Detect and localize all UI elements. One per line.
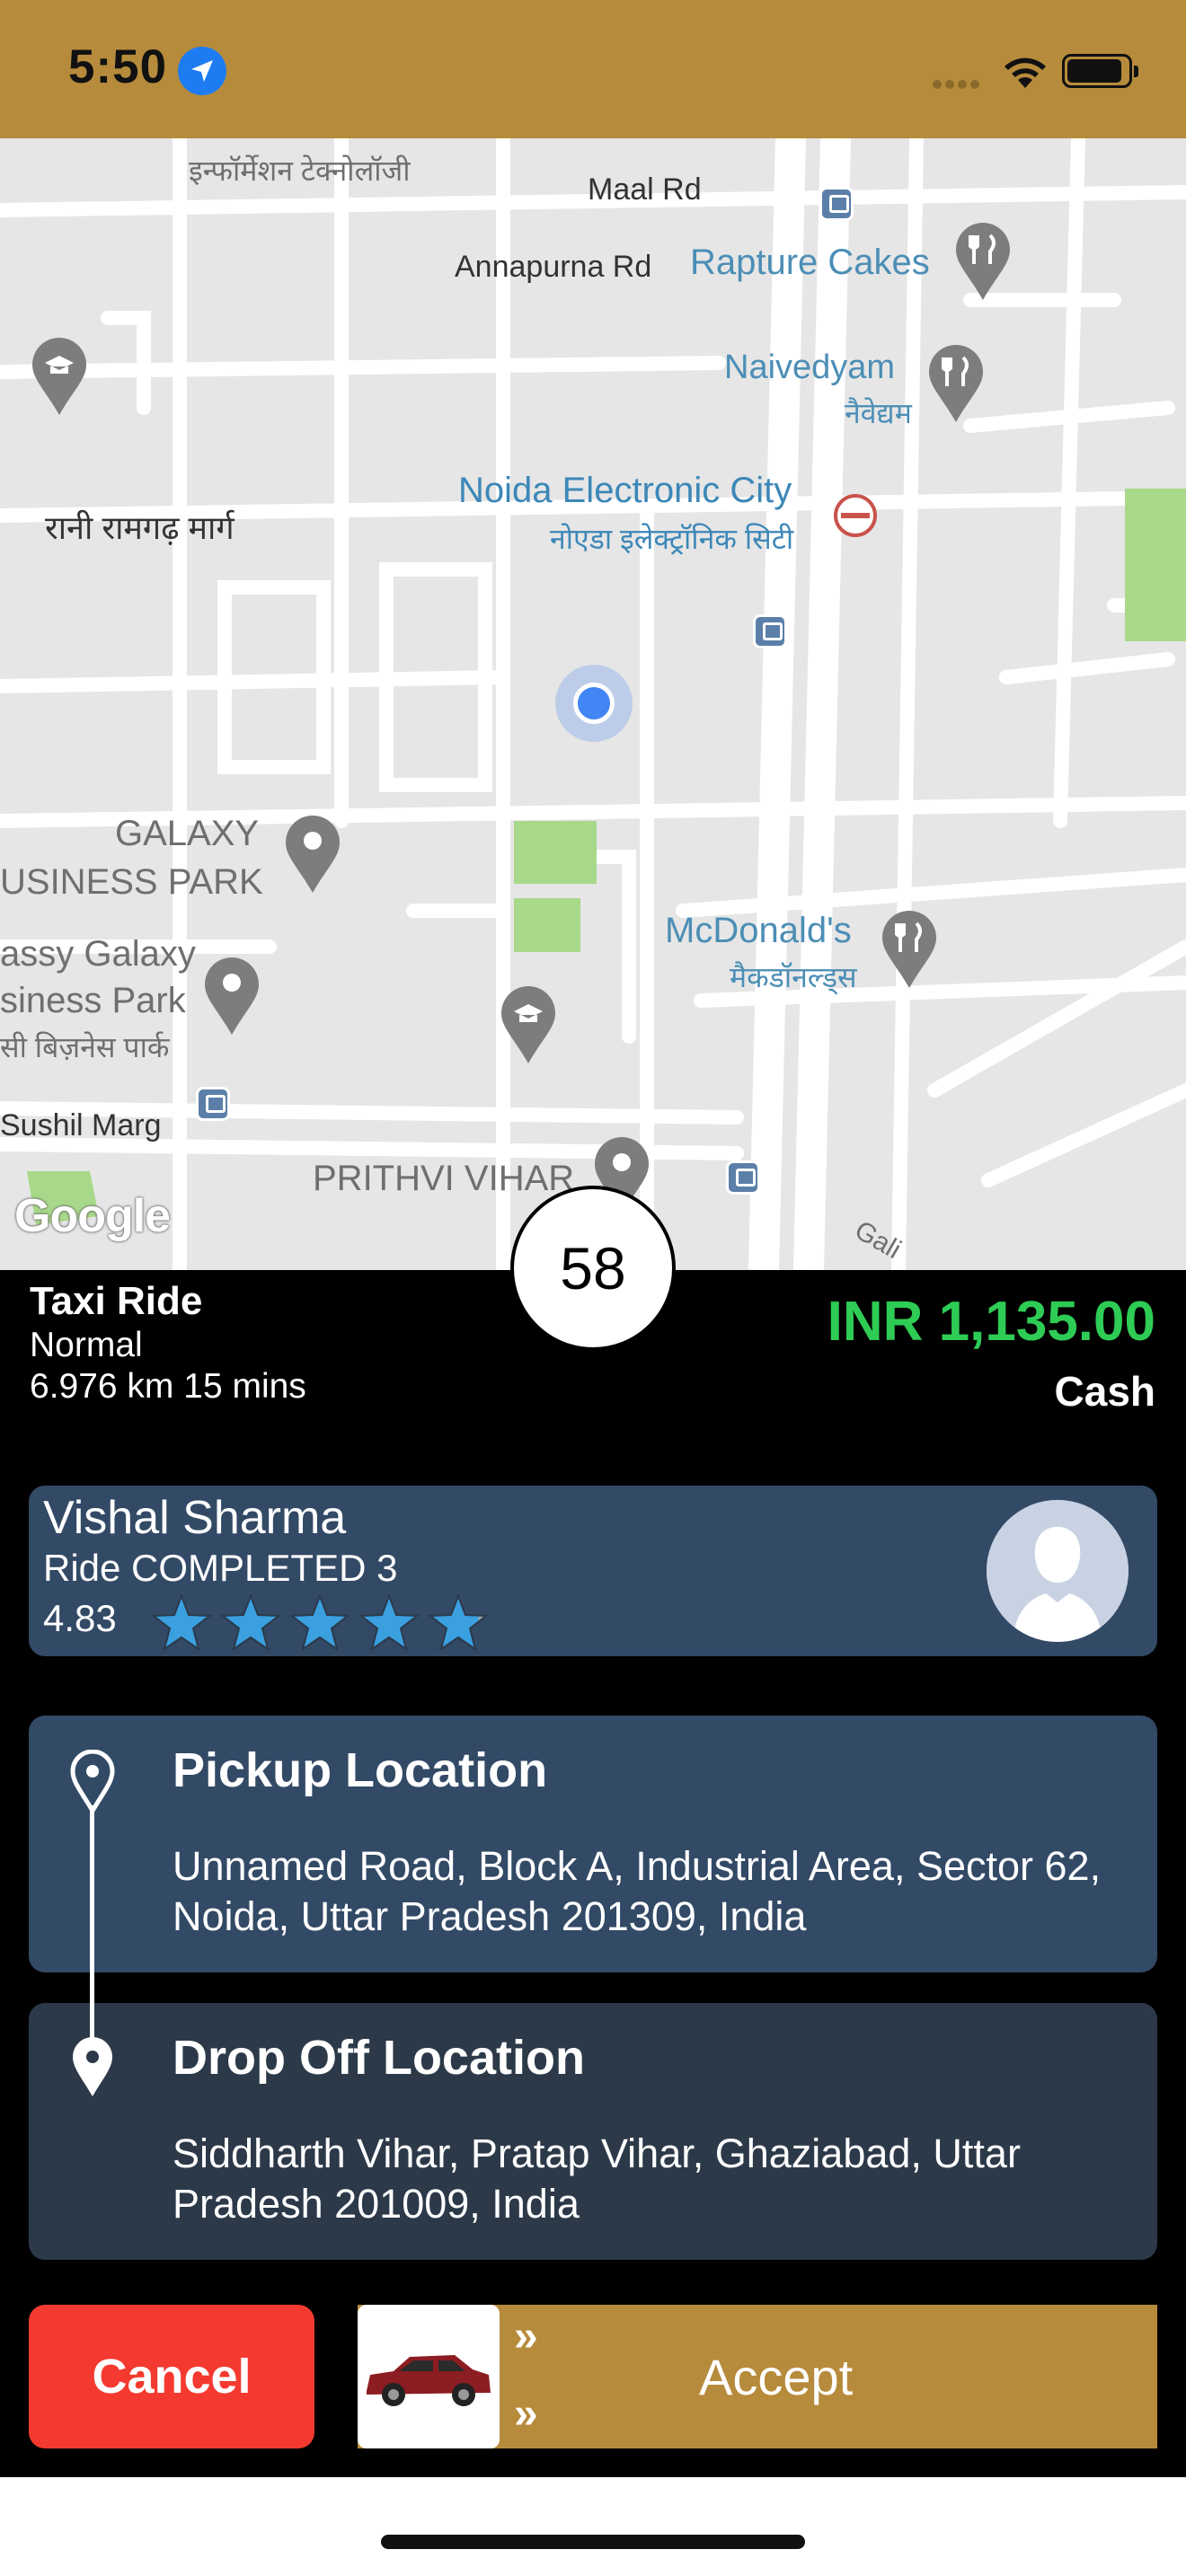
bus-stop-icon[interactable] <box>726 1160 760 1195</box>
map-label: सी बिज़नेस पार्क <box>0 1031 170 1063</box>
star-icon <box>289 1593 350 1651</box>
battery-icon <box>1062 54 1138 88</box>
accept-slider[interactable]: » » Accept <box>358 2305 1157 2448</box>
payment-method: Cash <box>1054 1368 1155 1415</box>
map-label: नोएडा इलेक्ट्रॉनिक सिटी <box>550 523 794 555</box>
ride-class: Normal <box>30 1326 143 1364</box>
status-bar: 5:50 <box>0 0 1186 138</box>
home-indicator-area <box>0 2477 1186 2576</box>
current-location-marker <box>555 665 633 742</box>
map-label: Naivedyam <box>724 348 896 386</box>
map-label: siness Park <box>0 981 186 1020</box>
ride-type: Taxi Ride <box>30 1279 203 1323</box>
map-label: assy Galaxy <box>0 934 196 974</box>
home-indicator[interactable] <box>381 2535 805 2549</box>
bus-stop-icon[interactable] <box>753 614 787 648</box>
rating-value: 4.83 <box>43 1597 117 1639</box>
location-arrow-icon <box>178 47 226 95</box>
ride-distance-time: 6.976 km 15 mins <box>30 1367 306 1406</box>
map-label: नैवेद्यम <box>845 397 912 429</box>
bus-stop-icon[interactable] <box>196 1087 230 1121</box>
accept-label: Accept <box>699 2349 854 2405</box>
car-icon <box>367 2355 491 2406</box>
rides-completed: Ride COMPLETED 3 <box>43 1547 398 1589</box>
map-label: Noida Electronic City <box>458 471 792 510</box>
rider-name: Vishal Sharma <box>43 1492 347 1544</box>
restaurant-pin-icon[interactable] <box>927 343 985 424</box>
avatar <box>987 1500 1128 1642</box>
place-pin-icon[interactable] <box>284 814 341 895</box>
pickup-location-card: Pickup Location Unnamed Road, Block A, I… <box>29 1716 1157 1972</box>
map-label: GALAXY <box>115 814 260 853</box>
map-label: PRITHVI VIHAR <box>313 1159 575 1198</box>
restaurant-pin-icon[interactable] <box>954 221 1012 302</box>
map-label: Maal Rd <box>588 172 702 207</box>
map-label: Annapurna Rd <box>455 250 652 284</box>
chevron-right-icon: » <box>514 2390 538 2438</box>
wifi-icon <box>1001 52 1049 94</box>
pickup-address: Unnamed Road, Block A, Industrial Area, … <box>173 1843 1102 1939</box>
map-label: McDonald's <box>665 911 852 950</box>
metro-station-icon[interactable] <box>834 494 877 537</box>
bus-stop-icon[interactable] <box>819 187 854 221</box>
route-connector-line <box>90 1805 94 2048</box>
map-label: रानी रामगढ़ मार्ग <box>45 509 235 546</box>
fare-amount: INR 1,135.00 <box>827 1291 1155 1353</box>
cancel-button[interactable]: Cancel <box>29 2305 314 2448</box>
map-label: इन्फॉर्मेशन टेक्नोलॉजी <box>189 154 411 187</box>
map-view[interactable]: इन्फॉर्मेशन टेक्नोलॉजी Maal Rd Annapurna… <box>0 138 1186 1270</box>
dropoff-address: Siddharth Vihar, Pratap Vihar, Ghaziabad… <box>173 2130 1021 2227</box>
star-icon <box>428 1593 489 1651</box>
signal-icon <box>933 77 983 93</box>
star-icon <box>151 1593 212 1651</box>
countdown-timer: 58 <box>510 1186 676 1351</box>
restaurant-pin-icon[interactable] <box>881 909 938 990</box>
car-slider-handle[interactable] <box>358 2305 500 2448</box>
map-label: मैकडॉनल्ड्स <box>730 961 857 993</box>
map-label: USINESS PARK <box>0 862 263 902</box>
rating-stars <box>151 1593 497 1651</box>
pickup-title: Pickup Location <box>173 1743 548 1797</box>
status-time: 5:50 <box>68 40 168 93</box>
chevron-right-icon: » <box>514 2313 538 2360</box>
dropoff-pin-icon <box>73 2037 112 2096</box>
google-logo: Google <box>14 1190 171 1242</box>
map-label: Sushil Marg <box>0 1108 162 1142</box>
school-pin-icon[interactable] <box>31 336 88 417</box>
dropoff-location-card: Drop Off Location Siddharth Vihar, Prata… <box>29 2003 1157 2260</box>
star-icon <box>220 1593 281 1651</box>
star-icon <box>358 1593 420 1651</box>
school-pin-icon[interactable] <box>500 984 557 1065</box>
map-label: Rapture Cakes <box>690 243 930 282</box>
place-pin-icon[interactable] <box>203 956 261 1037</box>
pickup-pin-icon <box>70 1750 115 1813</box>
dropoff-title: Drop Off Location <box>173 2031 585 2085</box>
rider-card: Vishal Sharma Ride COMPLETED 3 4.83 <box>29 1486 1157 1656</box>
